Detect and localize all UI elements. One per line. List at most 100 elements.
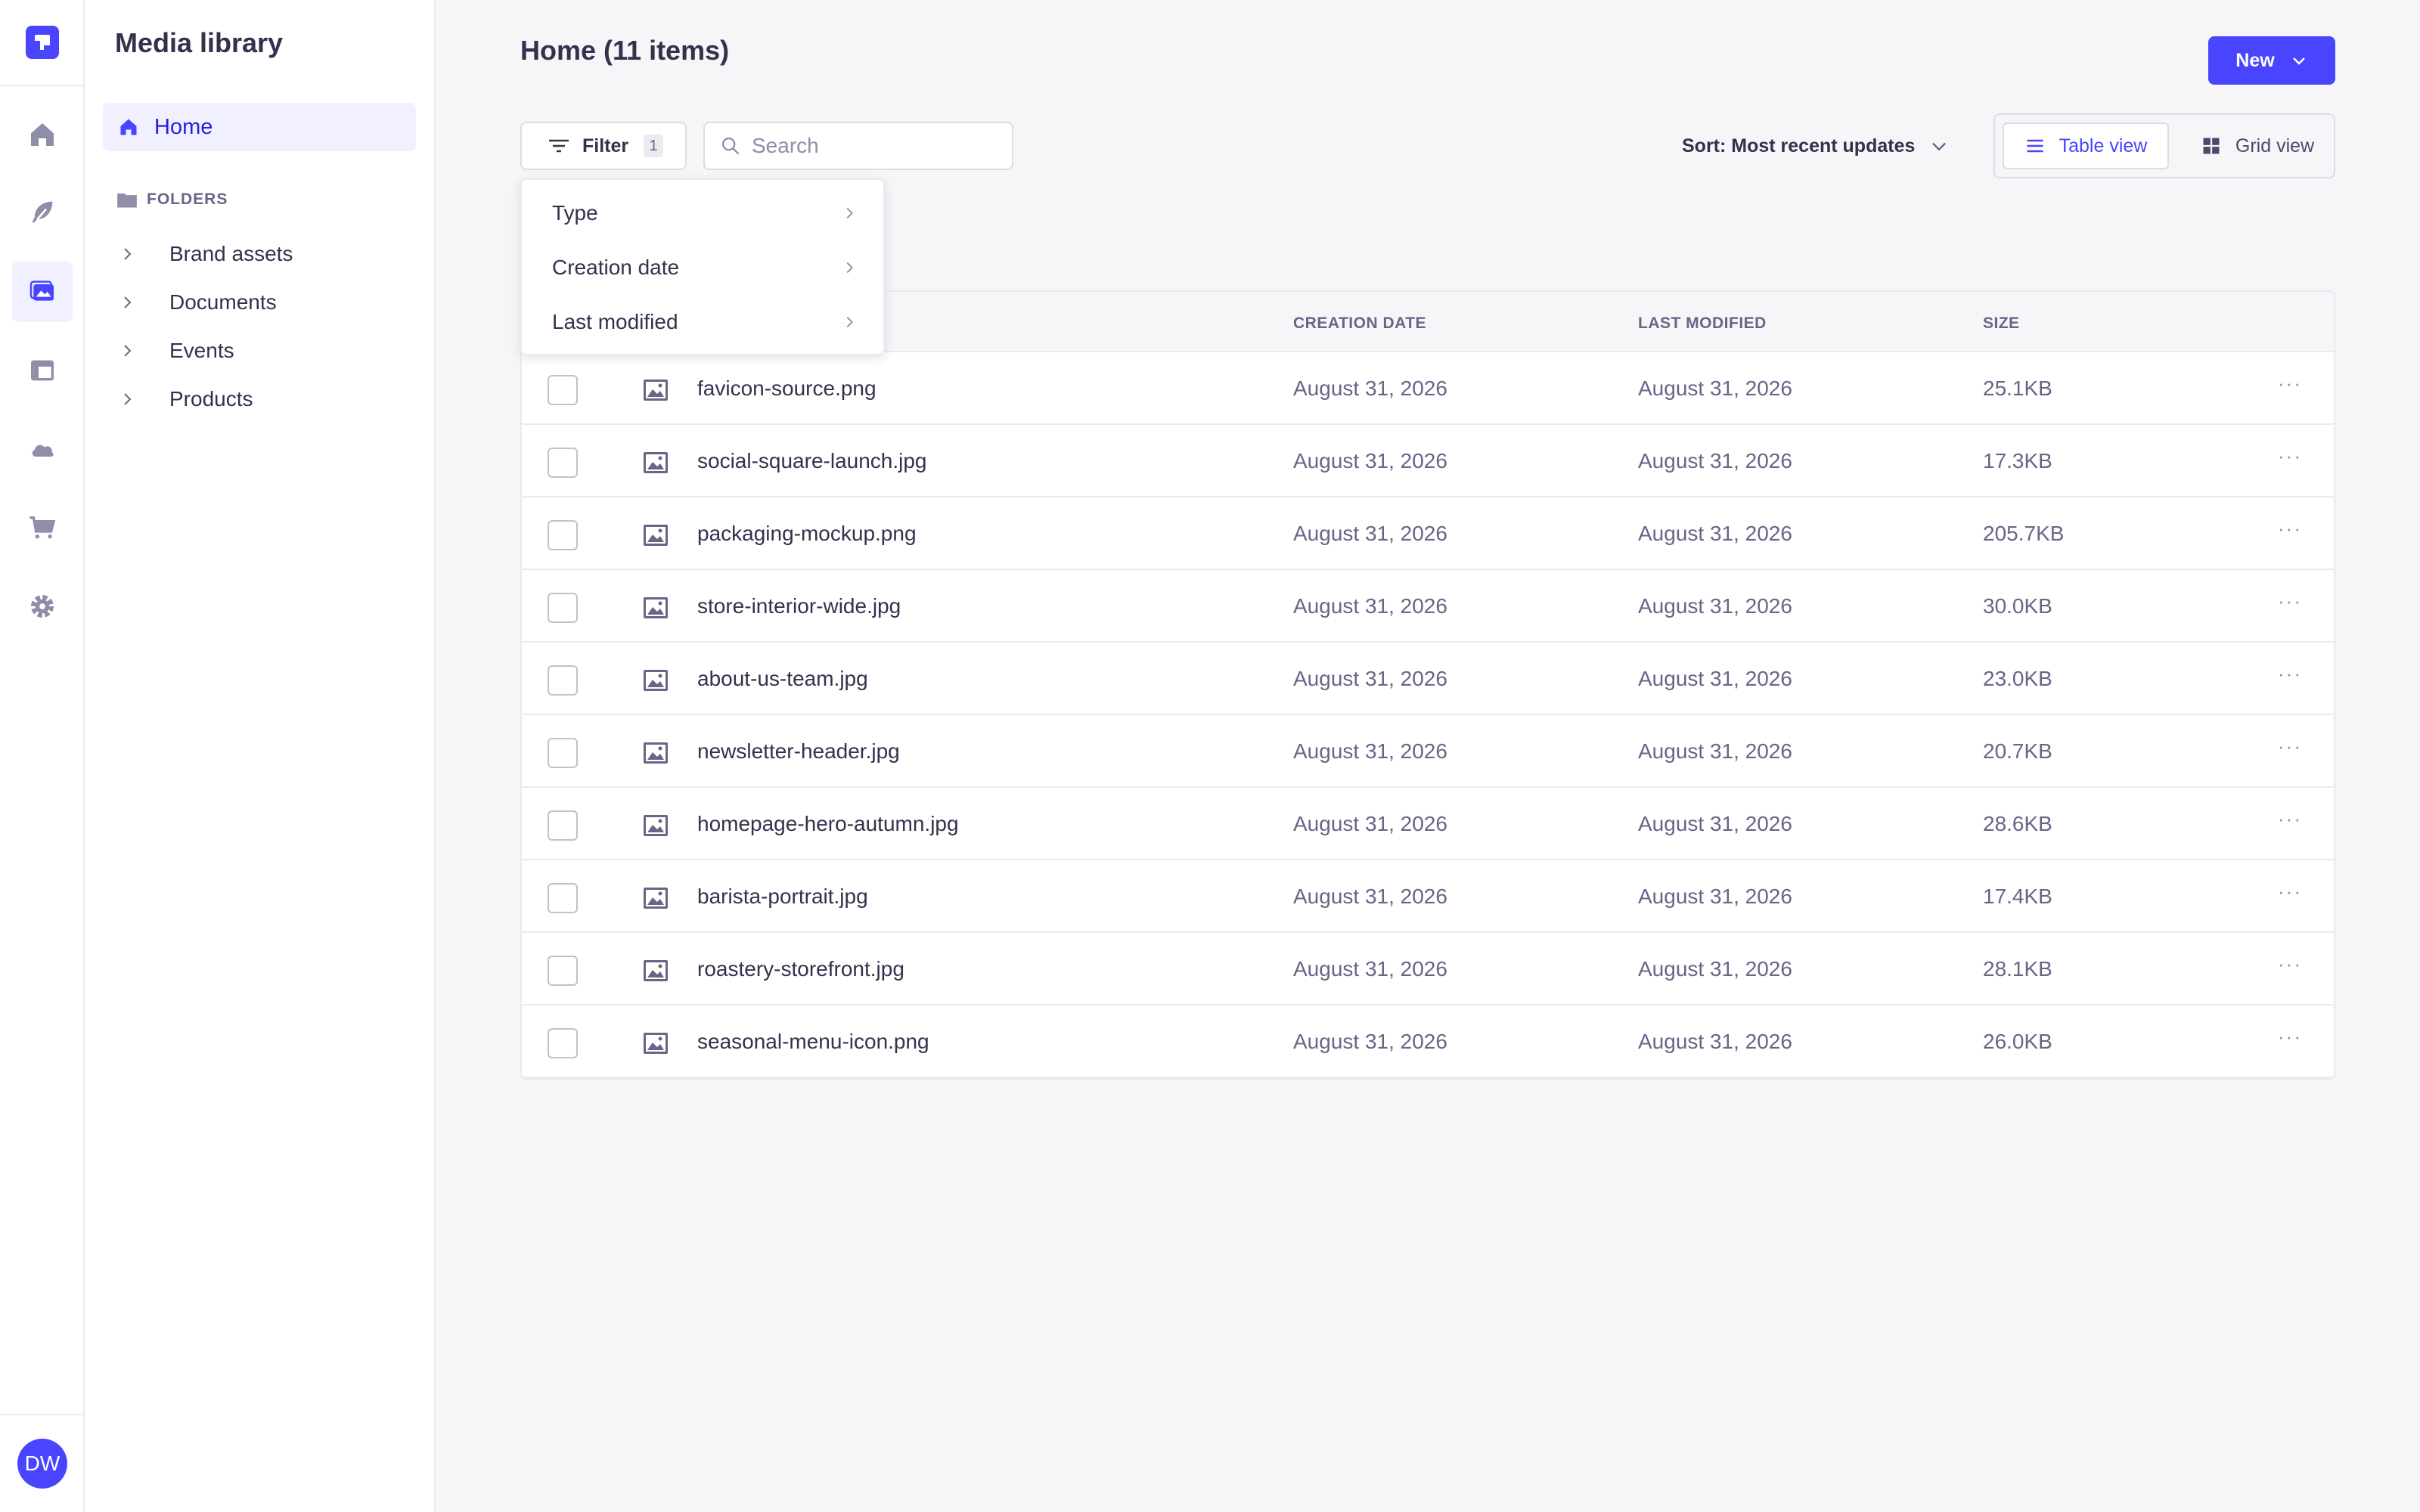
chevron-right-icon[interactable] — [118, 342, 136, 360]
chevron-right-icon[interactable] — [118, 293, 136, 311]
row-checkbox[interactable] — [548, 1028, 578, 1058]
gear-icon — [31, 595, 54, 618]
table-row[interactable]: seasonal-menu-icon.png August 31, 2026 Aug… — [522, 1005, 2334, 1078]
last-modified: August 31, 2026 — [1638, 812, 1792, 835]
new-button-label: New — [2235, 49, 2275, 71]
grid-view-button[interactable]: Grid view — [2186, 122, 2329, 169]
table-row[interactable]: favicon-source.png August 31, 2026 August … — [522, 352, 2334, 425]
more-actions-icon[interactable]: ··· — [2278, 880, 2302, 903]
main-nav-rail: DW — [0, 0, 85, 1512]
last-modified: August 31, 2026 — [1638, 594, 1792, 618]
sidebar-folder-events[interactable]: Events — [118, 331, 234, 370]
column-header-last-modified[interactable]: LAST MODIFIED — [1638, 314, 1767, 333]
search-input[interactable]: Search — [703, 122, 1013, 170]
row-checkbox[interactable] — [548, 956, 578, 986]
file-size: 28.1KB — [1983, 957, 2052, 981]
divider — [0, 85, 85, 86]
filter-menu-item-last-modified[interactable]: Last modified — [522, 295, 886, 349]
table-row[interactable]: barista-portrait.jpg August 31, 2026 Augus… — [522, 860, 2334, 933]
new-button[interactable]: New — [2208, 36, 2335, 85]
file-size: 23.0KB — [1983, 667, 2052, 690]
folder-icon — [117, 193, 137, 208]
column-header-size[interactable]: SIZE — [1983, 314, 2020, 333]
menu-item-label: Type — [552, 201, 598, 225]
filter-menu-item-creation-date[interactable]: Creation date — [522, 240, 886, 295]
chevron-right-icon[interactable] — [118, 390, 136, 408]
file-name[interactable]: packaging-mockup.png — [697, 522, 917, 546]
nav-content-icon[interactable] — [12, 181, 73, 242]
file-name[interactable]: seasonal-menu-icon.png — [697, 1030, 929, 1054]
more-actions-icon[interactable]: ··· — [2278, 517, 2302, 541]
image-icon — [644, 742, 668, 764]
media-table: CREATION DATE LAST MODIFIED SIZE favicon… — [520, 290, 2335, 1080]
file-name[interactable]: roastery-storefront.jpg — [697, 957, 904, 981]
chevron-right-icon — [846, 316, 853, 328]
column-header-creation-date[interactable]: CREATION DATE — [1293, 314, 1426, 333]
last-modified: August 31, 2026 — [1638, 667, 1792, 690]
filter-button[interactable]: Filter 1 — [520, 122, 687, 170]
menu-item-label: Creation date — [552, 256, 680, 279]
row-checkbox[interactable] — [548, 448, 578, 478]
file-size: 26.0KB — [1983, 1030, 2052, 1053]
row-checkbox[interactable] — [548, 375, 578, 405]
table-row[interactable]: homepage-hero-autumn.jpg August 31, 2026 A… — [522, 788, 2334, 860]
image-icon — [644, 597, 668, 618]
file-name[interactable]: store-interior-wide.jpg — [697, 594, 901, 618]
last-modified: August 31, 2026 — [1638, 449, 1792, 472]
sidebar-folder-documents[interactable]: Documents — [118, 283, 277, 322]
table-row[interactable]: about-us-team.jpg August 31, 2026 August 3… — [522, 643, 2334, 715]
cloud-icon — [32, 445, 54, 457]
more-actions-icon[interactable]: ··· — [2278, 1025, 2302, 1049]
folder-label: Products — [169, 387, 253, 411]
row-checkbox[interactable] — [548, 738, 578, 768]
chevron-right-icon[interactable] — [118, 245, 136, 263]
user-avatar[interactable]: DW — [17, 1439, 67, 1489]
row-checkbox[interactable] — [548, 810, 578, 841]
folder-label: Events — [169, 339, 234, 362]
table-row[interactable]: roastery-storefront.jpg August 31, 2026 Au… — [522, 933, 2334, 1005]
nav-home-icon[interactable] — [12, 104, 73, 165]
more-actions-icon[interactable]: ··· — [2278, 590, 2302, 613]
file-size: 28.6KB — [1983, 812, 2052, 835]
table-row[interactable]: social-square-launch.jpg August 31, 2026 A… — [522, 425, 2334, 497]
sort-select[interactable]: Sort: Most recent updates — [1682, 130, 1950, 162]
file-name[interactable]: about-us-team.jpg — [697, 667, 868, 691]
nav-layout-icon[interactable] — [12, 340, 73, 401]
sidebar-item-home[interactable]: Home — [103, 103, 416, 151]
filter-menu-item-type[interactable]: Type — [522, 186, 886, 240]
sidebar-folder-brand-assets[interactable]: Brand assets — [118, 234, 293, 274]
more-actions-icon[interactable]: ··· — [2278, 807, 2302, 831]
nav-cart-icon[interactable] — [12, 497, 73, 558]
search-placeholder: Search — [752, 134, 819, 157]
table-row[interactable]: packaging-mockup.png August 31, 2026 Augus… — [522, 497, 2334, 570]
feather-icon — [32, 201, 53, 223]
row-checkbox[interactable] — [548, 520, 578, 550]
more-actions-icon[interactable]: ··· — [2278, 662, 2302, 686]
app-logo[interactable] — [26, 26, 59, 59]
filter-icon — [549, 139, 569, 153]
more-actions-icon[interactable]: ··· — [2278, 735, 2302, 758]
more-actions-icon[interactable]: ··· — [2278, 953, 2302, 976]
file-name[interactable]: newsletter-header.jpg — [697, 739, 900, 764]
table-row[interactable]: store-interior-wide.jpg August 31, 2026 Au… — [522, 570, 2334, 643]
file-name[interactable]: social-square-launch.jpg — [697, 449, 927, 473]
file-name[interactable]: favicon-source.png — [697, 376, 876, 401]
file-name[interactable]: barista-portrait.jpg — [697, 885, 868, 909]
nav-settings-icon[interactable] — [12, 576, 73, 637]
table-view-button[interactable]: Table view — [2003, 122, 2169, 169]
more-actions-icon[interactable]: ··· — [2278, 445, 2302, 468]
divider — [0, 1414, 85, 1415]
more-actions-icon[interactable]: ··· — [2278, 372, 2302, 395]
image-icon — [644, 452, 668, 473]
sidebar-item-label: Home — [154, 114, 213, 139]
file-size: 25.1KB — [1983, 376, 2052, 400]
creation-date: August 31, 2026 — [1293, 376, 1447, 400]
table-row[interactable]: newsletter-header.jpg August 31, 2026 Augu… — [522, 715, 2334, 788]
row-checkbox[interactable] — [548, 593, 578, 623]
file-name[interactable]: homepage-hero-autumn.jpg — [697, 812, 959, 836]
nav-cloud-icon[interactable] — [12, 419, 73, 479]
sidebar-folder-products[interactable]: Products — [118, 380, 253, 419]
nav-media-icon[interactable] — [12, 262, 73, 322]
row-checkbox[interactable] — [548, 665, 578, 696]
row-checkbox[interactable] — [548, 883, 578, 913]
